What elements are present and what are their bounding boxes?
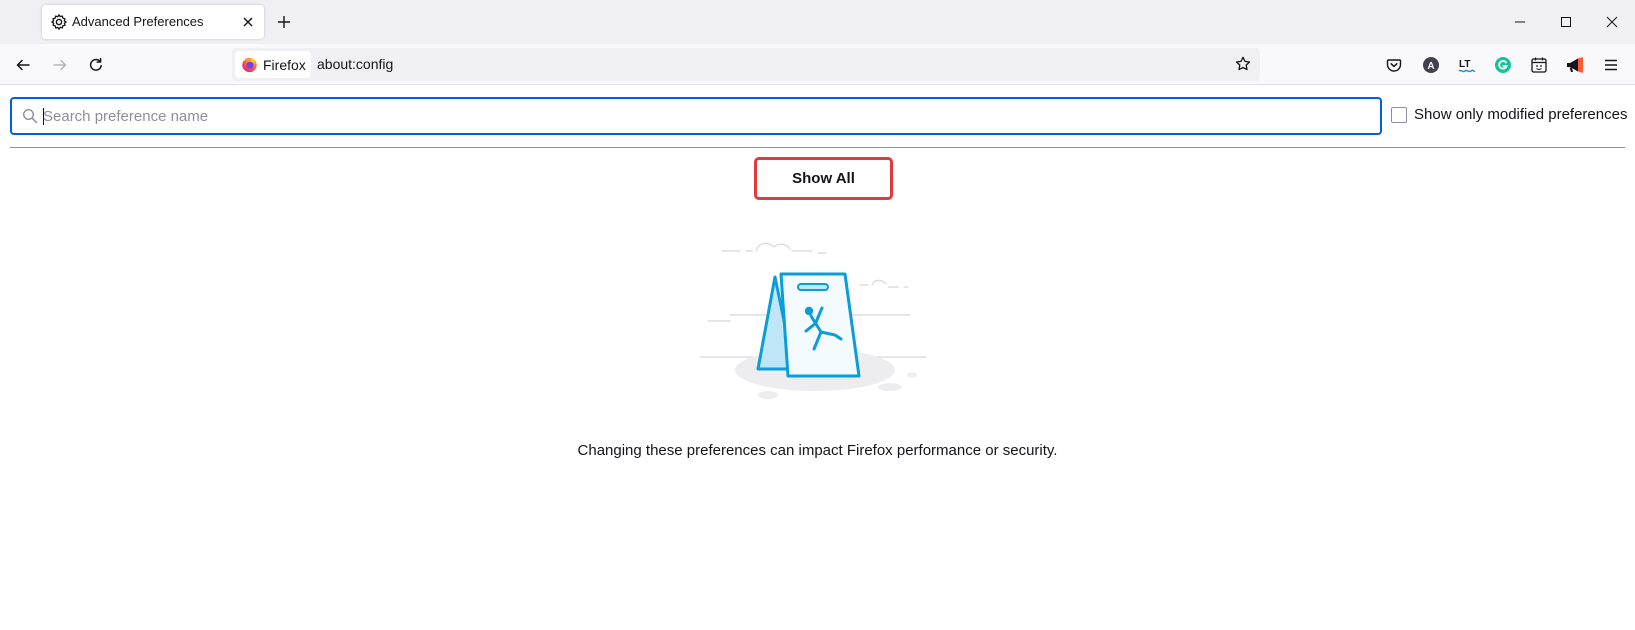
search-icon (22, 108, 38, 124)
close-window-button[interactable] (1598, 8, 1626, 36)
show-modified-checkbox[interactable] (1391, 106, 1407, 123)
show-modified-label: Show only modified preferences (1414, 106, 1628, 123)
maximize-icon (1561, 17, 1571, 27)
maximize-button[interactable] (1552, 8, 1580, 36)
grammarly-icon[interactable] (1491, 53, 1515, 77)
bookmark-star-icon[interactable] (1232, 53, 1254, 75)
url-bar[interactable]: Firefox about:config (232, 48, 1260, 81)
divider (10, 147, 1625, 148)
reload-button[interactable] (82, 51, 110, 79)
pocket-icon[interactable] (1382, 53, 1406, 77)
identity-box[interactable]: Firefox (235, 51, 311, 78)
svg-text:A: A (1427, 61, 1434, 72)
close-icon (1606, 16, 1618, 28)
forward-arrow-icon (53, 59, 67, 71)
forward-button[interactable] (46, 51, 74, 79)
navigation-toolbar: Firefox about:config A LT (0, 44, 1635, 85)
new-tab-button[interactable] (272, 10, 296, 34)
reload-icon (89, 57, 102, 71)
gear-icon (50, 13, 68, 31)
plus-icon (278, 16, 290, 28)
url-text[interactable]: about:config (317, 56, 393, 72)
svg-text:LT: LT (1459, 59, 1470, 70)
tab-strip: Advanced Preferences (0, 0, 1635, 44)
minimize-button[interactable] (1506, 8, 1534, 36)
show-all-button[interactable]: Show All (754, 157, 893, 200)
back-button[interactable] (9, 51, 37, 79)
back-arrow-icon (16, 59, 30, 71)
close-tab-icon[interactable] (238, 12, 258, 32)
show-modified-toggle[interactable]: Show only modified preferences (1391, 106, 1627, 123)
account-icon[interactable]: A (1419, 53, 1443, 77)
text-caret (43, 108, 44, 125)
warning-sign-illustration (700, 242, 927, 399)
menu-icon[interactable] (1599, 53, 1623, 77)
warning-message: Changing these preferences can impact Fi… (577, 442, 1058, 459)
preference-search-box[interactable] (10, 97, 1382, 135)
minimize-icon (1515, 21, 1525, 23)
calendar-icon[interactable] (1527, 53, 1551, 77)
firefox-logo-icon (242, 57, 257, 73)
identity-label: Firefox (263, 56, 306, 73)
languagetool-icon[interactable]: LT (1455, 53, 1479, 77)
tab-advanced-preferences[interactable]: Advanced Preferences (42, 5, 264, 39)
tab-title: Advanced Preferences (72, 14, 204, 29)
search-input[interactable] (43, 103, 1363, 129)
megaphone-icon[interactable] (1563, 53, 1587, 77)
